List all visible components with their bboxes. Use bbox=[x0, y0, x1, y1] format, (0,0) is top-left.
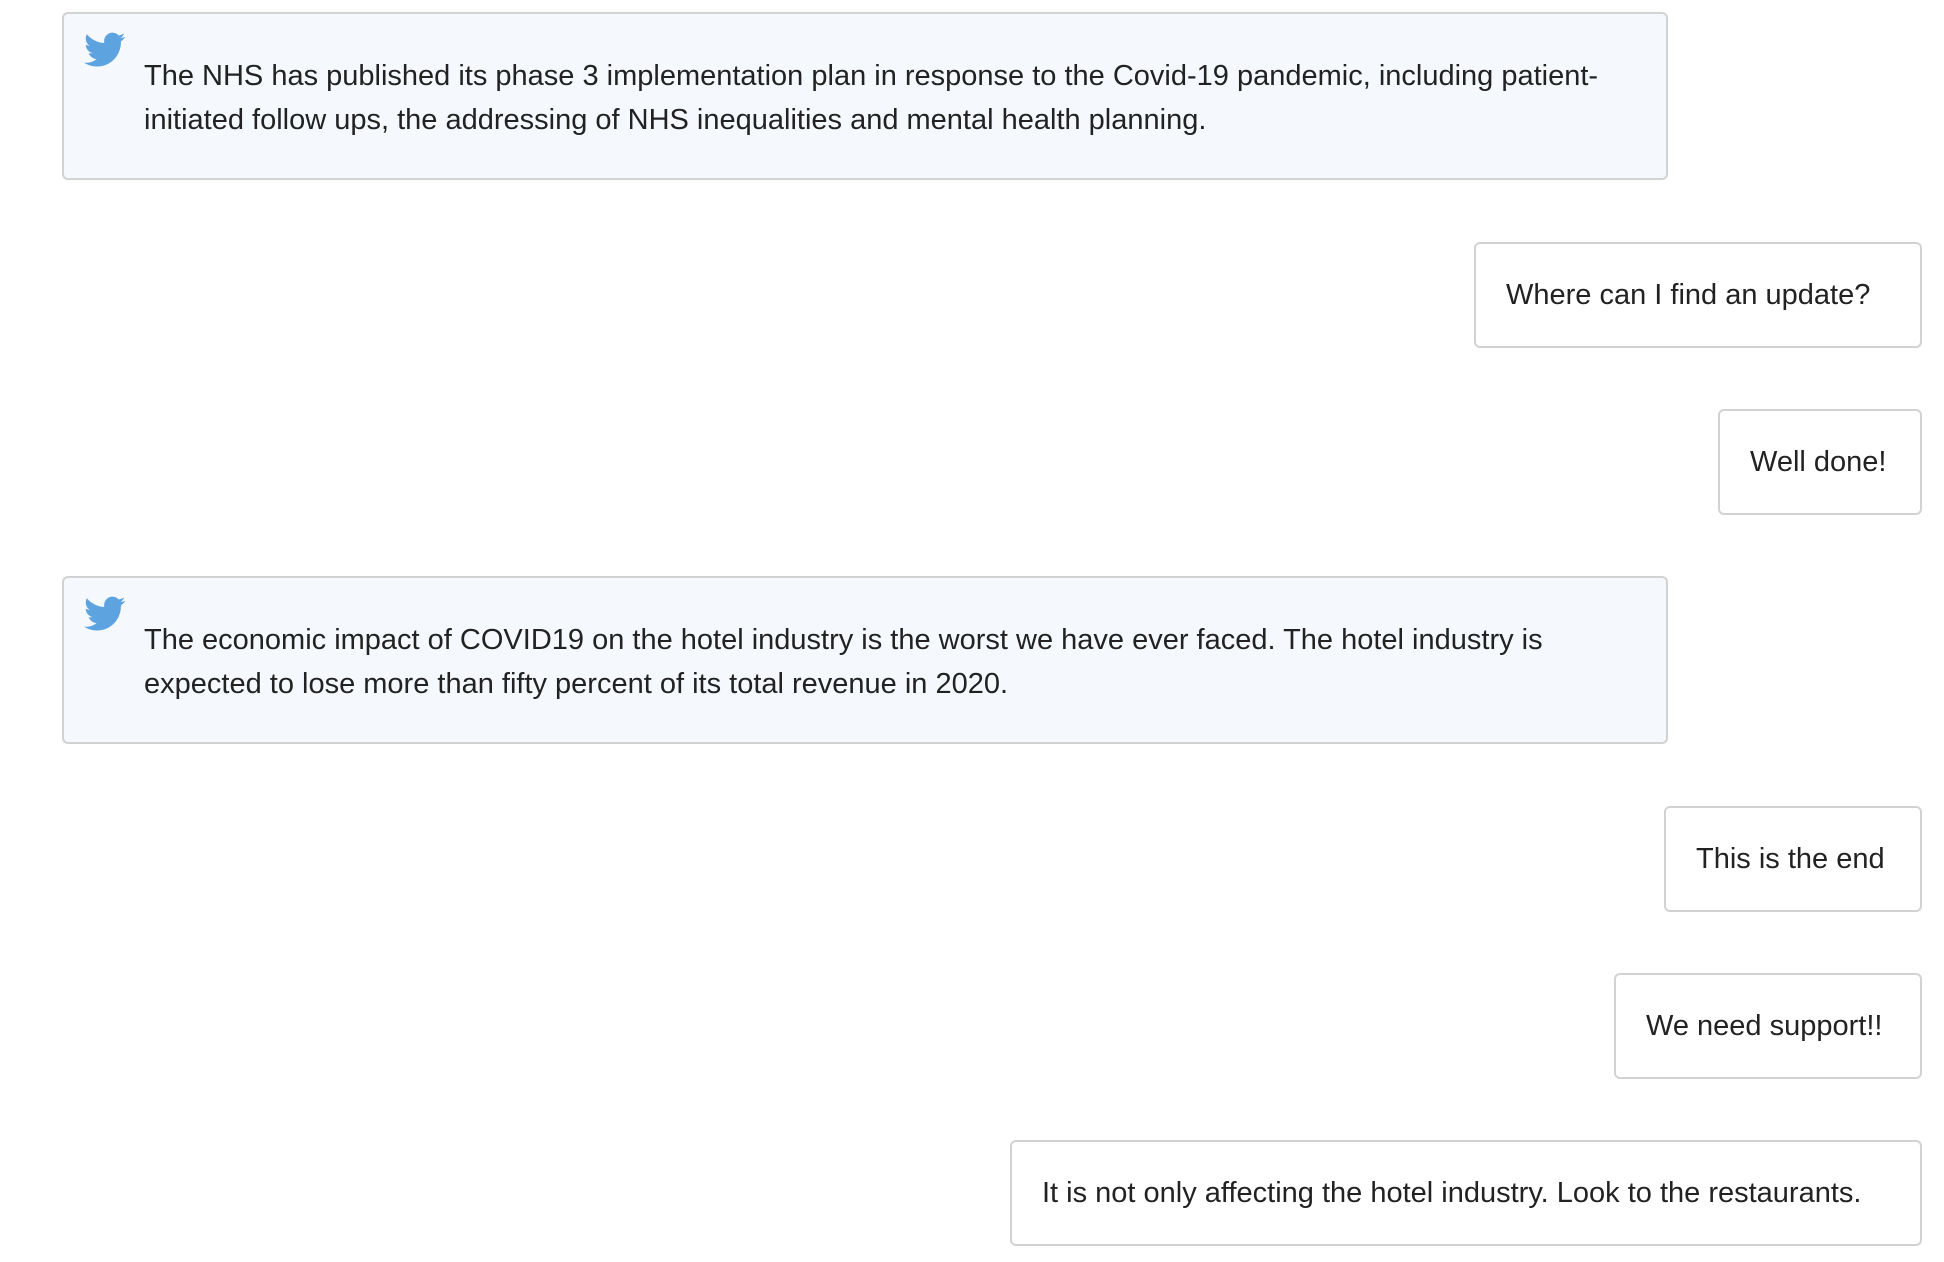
tweet-text: The NHS has published its phase 3 implem… bbox=[144, 60, 1599, 136]
reply-text: It is not only affecting the hotel indus… bbox=[1042, 1177, 1862, 1209]
twitter-bird-icon bbox=[84, 32, 126, 68]
tweet-text: The economic impact of COVID19 on the ho… bbox=[144, 624, 1543, 700]
reply-message: This is the end bbox=[1664, 806, 1922, 912]
reply-text: This is the end bbox=[1696, 843, 1885, 875]
reply-message: We need support!! bbox=[1614, 973, 1922, 1079]
reply-text: Where can I find an update? bbox=[1506, 279, 1871, 311]
reply-message: Well done! bbox=[1718, 409, 1922, 515]
reply-text: Well done! bbox=[1750, 446, 1887, 478]
reply-message: It is not only affecting the hotel indus… bbox=[1010, 1140, 1922, 1246]
tweet-card: The economic impact of COVID19 on the ho… bbox=[62, 576, 1668, 744]
conversation-thread: The NHS has published its phase 3 implem… bbox=[0, 0, 1944, 1262]
tweet-card: The NHS has published its phase 3 implem… bbox=[62, 12, 1668, 180]
twitter-bird-icon bbox=[84, 596, 126, 632]
reply-text: We need support!! bbox=[1646, 1010, 1883, 1042]
reply-message: Where can I find an update? bbox=[1474, 242, 1922, 348]
